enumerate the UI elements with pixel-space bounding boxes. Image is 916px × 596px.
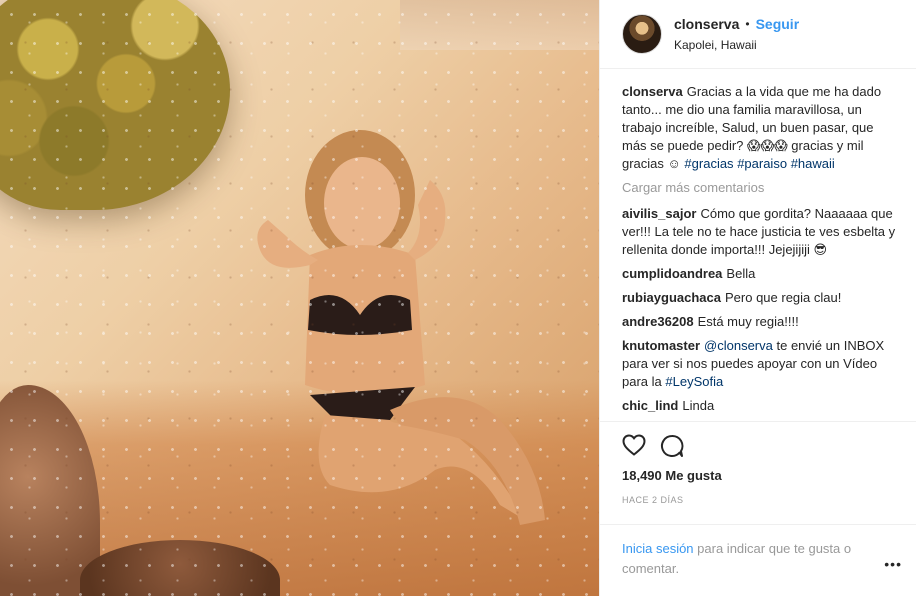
separator-dot: • bbox=[745, 16, 750, 31]
avatar[interactable] bbox=[622, 13, 662, 54]
likes-count[interactable]: 18,490 Me gusta bbox=[622, 468, 900, 483]
action-icons bbox=[622, 434, 900, 458]
header-line: clonserva • Seguir bbox=[674, 16, 799, 32]
water-droplets bbox=[0, 0, 599, 596]
comment-item: cumplidoandrea Bella bbox=[622, 265, 900, 283]
post-sidebar: clonserva • Seguir Kapolei, Hawaii clons… bbox=[599, 0, 916, 596]
comment-username[interactable]: rubiayguachaca bbox=[622, 290, 721, 305]
comment-text: Está muy regia!!!! bbox=[697, 313, 799, 329]
comments-list: clonserva Gracias a la vida que me ha dad… bbox=[600, 69, 916, 421]
follow-button[interactable]: Seguir bbox=[756, 16, 800, 32]
comment-username[interactable]: knutomaster bbox=[622, 338, 700, 353]
hashtag-link[interactable]: #paraiso bbox=[737, 156, 787, 171]
login-link[interactable]: Inicia sesión bbox=[622, 541, 694, 556]
comment-item: aivilis_sajor Cómo que gordita? Naaaaaa q… bbox=[622, 205, 900, 259]
comment-username[interactable]: cumplidoandrea bbox=[622, 266, 722, 281]
hashtag-link[interactable]: #hawaii bbox=[791, 156, 835, 171]
post-photo[interactable] bbox=[0, 0, 599, 596]
comment-item: rubiayguachaca Pero que regia clau! bbox=[622, 289, 900, 307]
header-text: clonserva • Seguir Kapolei, Hawaii bbox=[674, 16, 799, 52]
load-more-comments-button[interactable]: Cargar más comentarios bbox=[622, 179, 900, 197]
comment-text: Bella bbox=[726, 265, 756, 281]
caption: clonserva Gracias a la vida que me ha dad… bbox=[622, 83, 900, 173]
comment-text: Linda bbox=[682, 397, 715, 413]
more-options-icon[interactable]: ••• bbox=[884, 554, 902, 574]
location-link[interactable]: Kapolei, Hawaii bbox=[674, 38, 799, 52]
author-username[interactable]: clonserva bbox=[674, 16, 739, 32]
instagram-post: clonserva • Seguir Kapolei, Hawaii clons… bbox=[0, 0, 916, 596]
comment-username[interactable]: chic_lind bbox=[622, 398, 678, 413]
hashtag-link[interactable]: #gracias bbox=[684, 156, 733, 171]
mention-link[interactable]: @clonserva bbox=[704, 338, 773, 353]
comment-username[interactable]: andre36208 bbox=[622, 314, 694, 329]
comment-icon[interactable] bbox=[660, 434, 684, 458]
login-prompt: Inicia sesión para indicar que te gusta … bbox=[600, 524, 916, 596]
hashtag-link[interactable]: #LeySofia bbox=[665, 374, 723, 389]
comment-text: Pero que regia clau! bbox=[725, 289, 842, 305]
post-header: clonserva • Seguir Kapolei, Hawaii bbox=[600, 0, 916, 69]
caption-username[interactable]: clonserva bbox=[622, 84, 683, 99]
comment-item: andre36208 Está muy regia!!!! bbox=[622, 313, 900, 331]
heart-icon[interactable] bbox=[622, 434, 646, 458]
post-actions: 18,490 Me gusta HACE 2 DÍAS bbox=[600, 420, 916, 524]
timestamp[interactable]: HACE 2 DÍAS bbox=[622, 495, 900, 505]
comment-username[interactable]: aivilis_sajor bbox=[622, 206, 696, 221]
comment-item: knutomaster @clonserva te envié un INBOX … bbox=[622, 337, 900, 391]
comment-item: chic_lind Linda bbox=[622, 397, 900, 415]
